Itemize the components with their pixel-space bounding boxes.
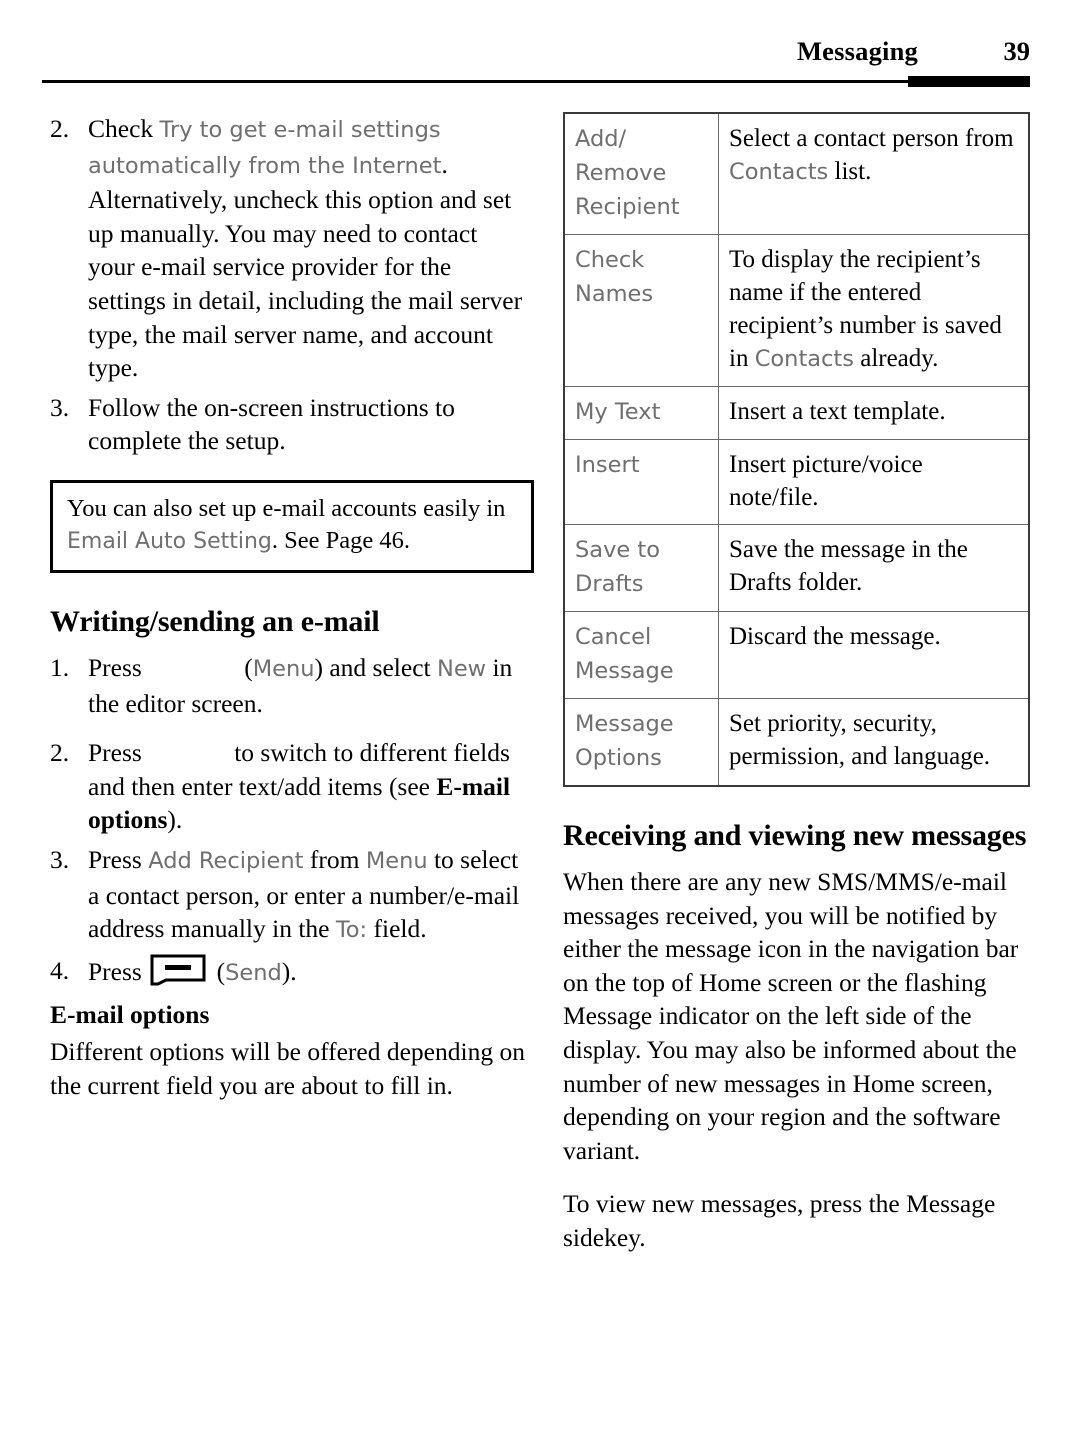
list-item: 3. Follow the on-screen instructions to c… xyxy=(50,391,528,458)
section-heading-writing: Writing/sending an e-mail xyxy=(50,604,380,638)
table-cell-term: Add/ Remove Recipient xyxy=(563,112,719,235)
running-header: Messaging 39 xyxy=(42,36,1030,92)
list-item-number: 1. xyxy=(50,652,70,682)
note-text-part: You can also set up e-mail accounts easi… xyxy=(67,494,506,522)
list-item: 2. Press to switch to different fields an… xyxy=(50,736,528,837)
list-item-text-part: Press xyxy=(88,652,149,682)
ui-term: New xyxy=(436,655,487,682)
list-item-text-part: Press xyxy=(88,738,149,768)
list-item-number: 3. xyxy=(50,844,70,874)
table-row: Insert Insert picture/voice note/file. xyxy=(563,439,1030,525)
email-options-paragraph: Different options will be offered depend… xyxy=(50,1037,525,1100)
ui-term: Contacts xyxy=(729,159,829,185)
table-cell-description: To display the recipient’s name if the e… xyxy=(718,234,1030,387)
list-item-text-part: Check xyxy=(88,114,160,143)
list-item-text-part: Press xyxy=(88,844,149,874)
table-row: My Text Insert a text template. xyxy=(563,386,1030,440)
table-cell-term: Save to Drafts xyxy=(563,524,719,612)
ui-term: Menu xyxy=(252,655,315,682)
paren: ). xyxy=(281,956,297,986)
header-rule-accent xyxy=(908,76,1030,87)
desc-part: list. xyxy=(828,158,872,185)
table-cell-term: Cancel Message xyxy=(563,611,719,699)
ui-term: Add Recipient xyxy=(148,847,304,874)
table-cell-description: Set priority, security, permission, and … xyxy=(718,698,1030,787)
table-cell-term: Check Names xyxy=(563,234,719,387)
ui-term: Email Auto Setting xyxy=(67,528,272,554)
softkey-icon xyxy=(150,954,206,986)
list-item-text-part: ). xyxy=(167,805,183,835)
list-item-number: 2. xyxy=(50,114,70,143)
table-cell-description: Discard the message. xyxy=(718,611,1030,699)
list-item-number: 3. xyxy=(50,392,70,422)
list-item-text-part: field. xyxy=(367,914,427,944)
list-item-text-part: from xyxy=(303,844,366,874)
paren: ( xyxy=(210,956,226,986)
note-box: You can also set up e-mail accounts easi… xyxy=(50,479,534,573)
list-item: 3. Press Add Recipient from Menu to selec… xyxy=(50,843,528,948)
receiving-paragraph-2: To view new messages, press the Message … xyxy=(563,1189,996,1252)
note-box-text: You can also set up e-mail accounts easi… xyxy=(67,493,519,558)
ui-term: Send xyxy=(225,959,282,986)
table-row: Add/ Remove Recipient Select a contact p… xyxy=(563,112,1030,235)
manual-page: Messaging 39 2. Check Try to get e-mail s… xyxy=(0,0,1080,1438)
receiving-paragraph-1: When there are any new SMS/MMS/e-mail me… xyxy=(563,867,1019,1165)
table-row: Message Options Set priority, security, … xyxy=(563,698,1030,787)
table-cell-description: Save the message in the Drafts folder. xyxy=(718,524,1030,612)
left-column: 2. Check Try to get e-mail settings autom… xyxy=(50,112,534,1108)
desc-part: Select a contact person from xyxy=(729,125,1014,152)
subsection-heading-email-options: E-mail options xyxy=(50,1000,210,1030)
table-cell-term: Insert xyxy=(563,439,719,525)
section-heading-receiving: Receiving and viewing new messages xyxy=(563,819,1027,852)
paren: ) and select xyxy=(314,652,437,682)
list-item-number: 2. xyxy=(50,738,70,768)
ui-term: Contacts xyxy=(754,346,854,372)
list-item: 1. Press (Menu) and select New in the edi… xyxy=(50,651,528,720)
table-cell-term: Message Options xyxy=(563,698,719,787)
list-item: 4. Press (Send). xyxy=(50,954,528,991)
email-options-table: Add/ Remove Recipient Select a contact p… xyxy=(563,112,1030,787)
table-row: Cancel Message Discard the message. xyxy=(563,611,1030,699)
table-row: Save to Drafts Save the message in the D… xyxy=(563,524,1030,612)
note-text-part: . See Page 46. xyxy=(271,526,410,554)
table-cell-term: My Text xyxy=(563,386,719,440)
desc-part: already. xyxy=(853,345,939,372)
table-cell-description: Select a contact person from Contacts li… xyxy=(718,112,1030,235)
list-item-text-part: Follow the on-screen instructions to com… xyxy=(88,392,455,456)
table-cell-description: Insert picture/voice note/file. xyxy=(718,439,1030,525)
paren: ( xyxy=(244,652,253,682)
list-item: 2. Check Try to get e-mail settings autom… xyxy=(50,112,528,385)
right-column: Add/ Remove Recipient Select a contact p… xyxy=(563,112,1030,1261)
list-item-number: 4. xyxy=(50,955,70,985)
page-number: 39 xyxy=(1003,36,1031,66)
ui-term: Menu xyxy=(365,847,428,874)
header-rule xyxy=(42,80,1030,83)
list-item-text-part: Press xyxy=(88,956,149,986)
page-title: Messaging xyxy=(796,36,918,66)
list-item-text-part: . Alternatively, uncheck this option and… xyxy=(88,149,523,383)
ui-term: To: xyxy=(335,917,368,944)
table-cell-description: Insert a text template. xyxy=(718,386,1030,440)
table-row: Check Names To display the recipient’s n… xyxy=(563,234,1030,387)
